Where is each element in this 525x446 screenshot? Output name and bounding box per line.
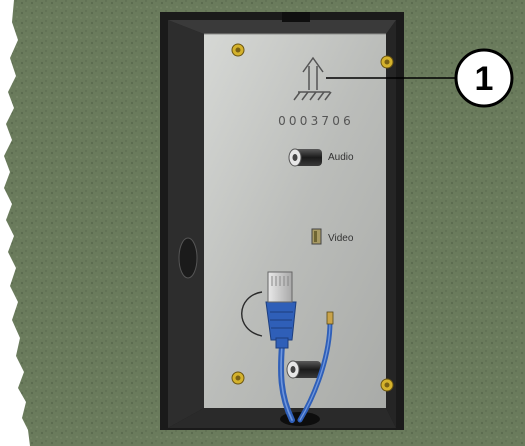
callout-marker: 1 [454, 48, 514, 108]
screw [380, 55, 394, 69]
video-connector [311, 228, 322, 245]
screw [380, 378, 394, 392]
audio-connector-lower [286, 360, 321, 379]
back-plate [204, 34, 386, 408]
screw [231, 371, 245, 385]
screw [231, 43, 245, 57]
installation-diagram: 0003706 Audio Video 1 [0, 0, 525, 446]
callout-number: 1 [475, 60, 494, 98]
diagram-stage: 0003706 Audio Video 1 [0, 0, 525, 446]
video-label: Video [328, 233, 354, 244]
audio-label: Audio [328, 152, 354, 163]
knockout-hole [178, 237, 198, 279]
serial-number: 0003706 [278, 114, 354, 128]
audio-connector [288, 148, 322, 167]
